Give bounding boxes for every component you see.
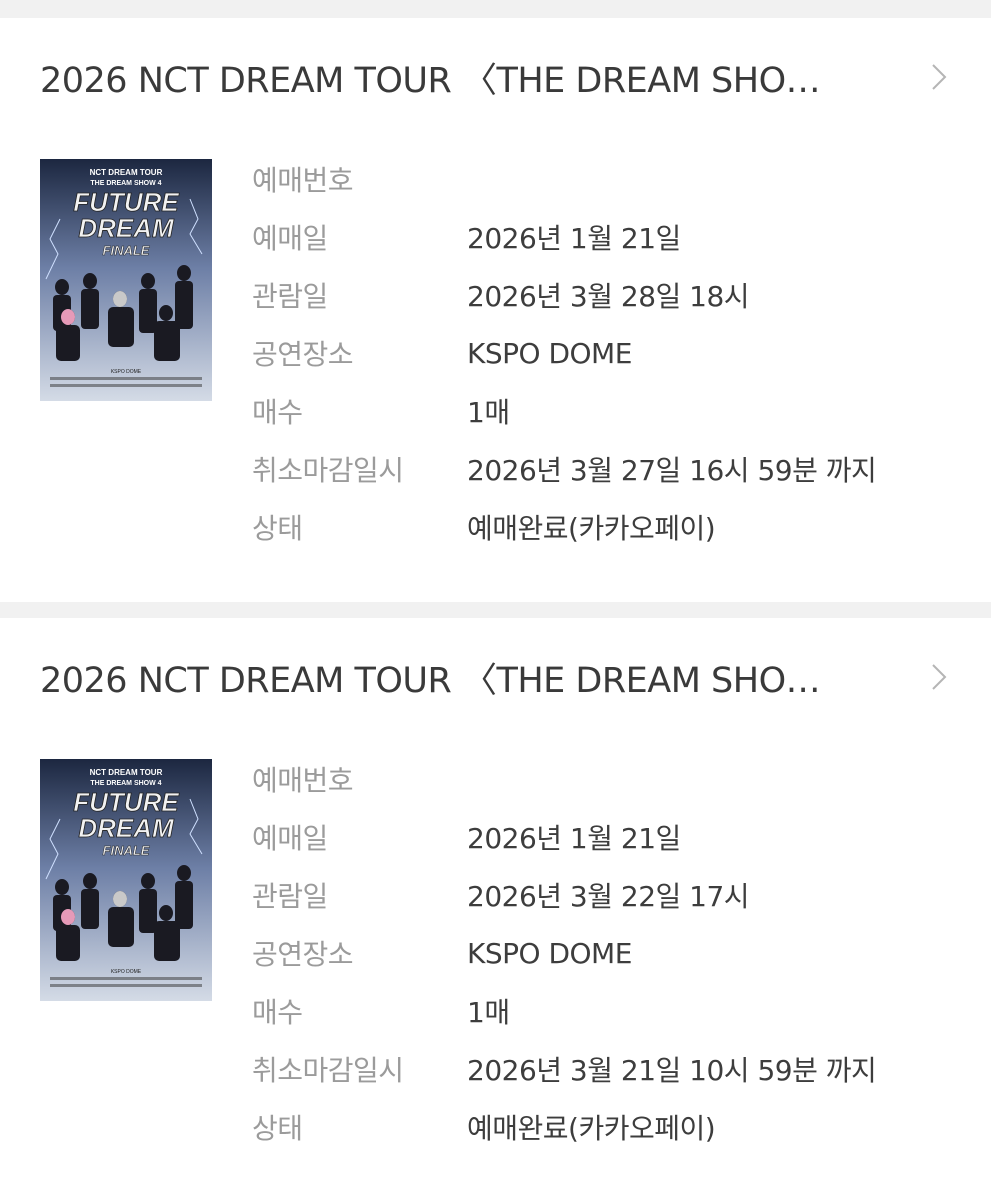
booking-title[interactable]: 2026 NCT DREAM TOUR 〈THE DREAM SHO…	[40, 652, 870, 703]
detail-label: 매수	[252, 396, 303, 429]
detail-row-venue: 공연장소 KSPO DOME	[252, 324, 876, 382]
poster-logo2: DREAM	[78, 213, 175, 243]
detail-row-booking-date: 예매일 2026년 1월 21일	[252, 808, 876, 866]
status-value: 예매완료(카카오페이)	[467, 1112, 716, 1145]
booking-card: 2026 NCT DREAM TOUR 〈THE DREAM SHO… NCT …	[0, 18, 991, 602]
poster-venue: KSPO DOME	[111, 969, 142, 975]
booking-title[interactable]: 2026 NCT DREAM TOUR 〈THE DREAM SHO…	[40, 52, 870, 103]
detail-label: 공연장소	[252, 338, 354, 371]
booking-details: 예매번호 예매일 2026년 1월 21일 관람일 2026년 3월 28일 1…	[252, 150, 877, 556]
detail-row-status: 상태 예매완료(카카오페이)	[252, 1098, 876, 1156]
detail-value: 1매	[467, 396, 510, 429]
detail-label: 예매번호	[252, 164, 354, 197]
event-poster: NCT DREAM TOUR THE DREAM SHOW 4 FUTURE D…	[40, 759, 212, 1001]
detail-label: 관람일	[252, 280, 328, 313]
detail-value: 2026년 3월 28일 18시	[467, 280, 750, 313]
detail-row-ticket-count: 매수 1매	[252, 982, 876, 1040]
detail-value: KSPO DOME	[467, 336, 632, 370]
detail-value: 2026년 1월 21일	[467, 222, 681, 255]
detail-row-show-date: 관람일 2026년 3월 28일 18시	[252, 266, 876, 324]
detail-value: 2026년 3월 27일 16시 59분 까지	[467, 454, 877, 487]
event-poster: NCT DREAM TOUR THE DREAM SHOW 4 FUTURE D…	[40, 159, 212, 401]
detail-row-show-date: 관람일 2026년 3월 22일 17시	[252, 866, 876, 924]
detail-row-ticket-count: 매수 1매	[252, 382, 876, 440]
poster-line2: THE DREAM SHOW 4	[90, 180, 161, 187]
detail-label: 상태	[252, 1112, 303, 1145]
detail-label: 예매번호	[252, 764, 354, 797]
booking-card: 2026 NCT DREAM TOUR 〈THE DREAM SHO… NCT …	[0, 618, 991, 1199]
poster-line1: NCT DREAM TOUR	[90, 768, 163, 777]
detail-label: 취소마감일시	[252, 454, 404, 487]
poster-logo3: FINALE	[103, 843, 150, 858]
poster-line2: THE DREAM SHOW 4	[90, 780, 161, 787]
detail-value: KSPO DOME	[467, 936, 632, 970]
detail-row-venue: 공연장소 KSPO DOME	[252, 924, 876, 982]
booking-header[interactable]: 2026 NCT DREAM TOUR 〈THE DREAM SHO…	[40, 652, 951, 703]
booking-details: 예매번호 예매일 2026년 1월 21일 관람일 2026년 3월 22일 1…	[252, 750, 877, 1156]
detail-row-cancel-deadline: 취소마감일시 2026년 3월 21일 10시 59분 까지	[252, 1040, 877, 1098]
detail-row-booking-date: 예매일 2026년 1월 21일	[252, 208, 876, 266]
detail-label: 공연장소	[252, 938, 354, 971]
detail-label: 예매일	[252, 222, 328, 255]
detail-label: 관람일	[252, 880, 328, 913]
detail-value: 2026년 3월 21일 10시 59분 까지	[467, 1054, 877, 1087]
poster-venue: KSPO DOME	[111, 369, 142, 375]
detail-value: 2026년 3월 22일 17시	[467, 880, 750, 913]
chevron-right-icon[interactable]	[929, 62, 949, 92]
detail-row-cancel-deadline: 취소마감일시 2026년 3월 27일 16시 59분 까지	[252, 440, 877, 498]
detail-label: 예매일	[252, 822, 328, 855]
poster-logo3: FINALE	[103, 243, 150, 258]
detail-row-booking-number: 예매번호	[252, 750, 876, 808]
detail-value: 2026년 1월 21일	[467, 822, 681, 855]
detail-row-status: 상태 예매완료(카카오페이)	[252, 498, 876, 556]
detail-label: 매수	[252, 996, 303, 1029]
chevron-right-icon[interactable]	[929, 662, 949, 692]
detail-row-booking-number: 예매번호	[252, 150, 876, 208]
poster-line1: NCT DREAM TOUR	[90, 168, 163, 177]
detail-value: 1매	[467, 996, 510, 1029]
status-value: 예매완료(카카오페이)	[467, 512, 716, 545]
detail-label: 취소마감일시	[252, 1054, 404, 1087]
detail-label: 상태	[252, 512, 303, 545]
poster-logo2: DREAM	[78, 813, 175, 843]
booking-header[interactable]: 2026 NCT DREAM TOUR 〈THE DREAM SHO…	[40, 52, 951, 103]
